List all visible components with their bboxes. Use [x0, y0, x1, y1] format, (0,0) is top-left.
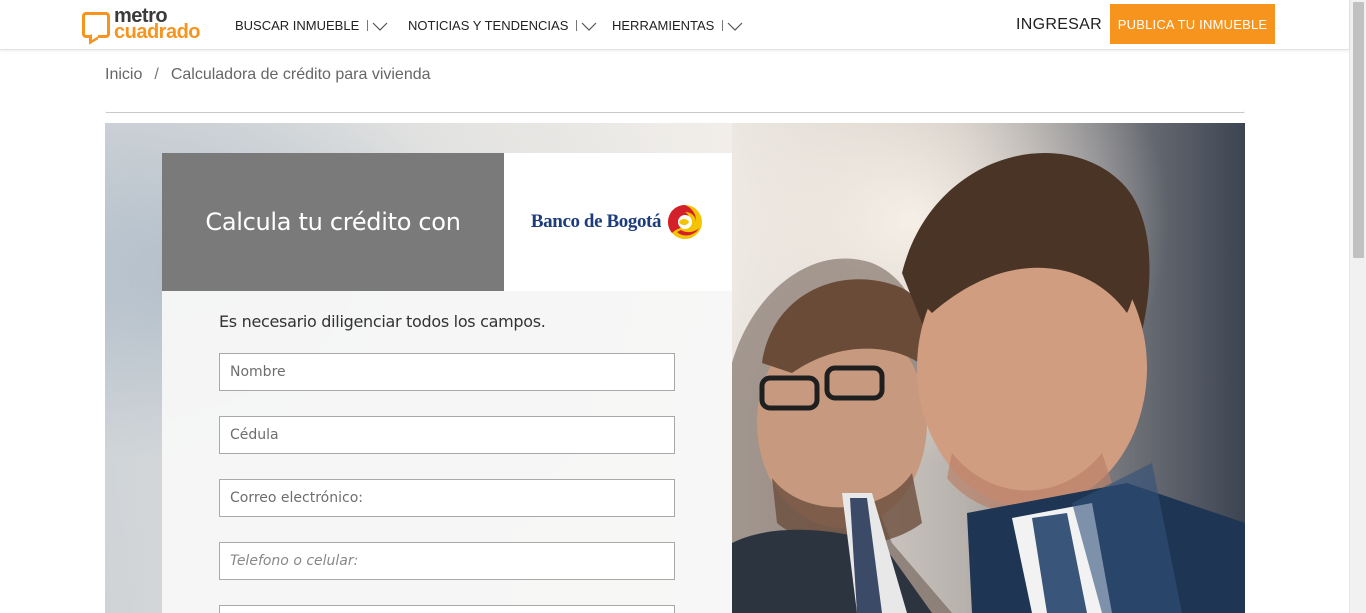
bank-logo-box: Banco de Bogotá [504, 153, 732, 291]
nav-buscar-inmueble[interactable]: BUSCAR INMUEBLE [235, 18, 388, 33]
metrocuadrado-logo[interactable]: metro cuadrado [82, 6, 207, 43]
business-men-photo [732, 123, 1245, 613]
nav-separator [367, 20, 369, 31]
chevron-down-icon [581, 22, 597, 31]
breadcrumb-current: Calculadora de crédito para vivienda [170, 66, 431, 83]
nav-herramientas[interactable]: HERRAMIENTAS [612, 18, 743, 33]
nav-label: HERRAMIENTAS [612, 18, 715, 33]
phone-field[interactable] [219, 542, 675, 580]
nav-label: NOTICIAS Y TENDENCIAS [408, 18, 569, 33]
bank-name: Banco de Bogotá [530, 211, 662, 232]
scrollbar-thumb[interactable] [1353, 2, 1364, 258]
next-field-partial[interactable] [219, 605, 675, 613]
logo-text-cuadrado: cuadrado [114, 21, 201, 43]
breadcrumb-separator: / [154, 66, 159, 83]
breadcrumb-home-link[interactable]: Inicio [105, 66, 142, 84]
chevron-down-icon [372, 22, 388, 31]
calculator-title-box: Calcula tu crédito con [162, 153, 504, 291]
email-field[interactable] [219, 479, 675, 517]
nav-noticias-tendencias[interactable]: NOTICIAS Y TENDENCIAS [408, 18, 597, 33]
speech-bubble-icon [82, 12, 110, 38]
id-number-field[interactable] [219, 416, 675, 454]
page-scrollbar[interactable] [1349, 0, 1366, 613]
form-required-note: Es necesario diligenciar todos los campo… [219, 312, 546, 331]
name-field[interactable] [219, 353, 675, 391]
nav-label: BUSCAR INMUEBLE [235, 18, 360, 33]
banco-de-bogota-logo [668, 204, 703, 239]
site-header: metro cuadrado BUSCAR INMUEBLE NOTICIAS … [0, 0, 1349, 50]
breadcrumb: Inicio / Calculadora de crédito para viv… [105, 66, 431, 84]
nav-separator [722, 20, 724, 31]
login-link[interactable]: INGRESAR [1016, 16, 1102, 34]
calculator-title: Calcula tu crédito con [205, 208, 461, 236]
chevron-down-icon [727, 22, 743, 31]
section-divider [105, 111, 1245, 113]
publish-property-button[interactable]: PUBLICA TU INMUEBLE [1110, 4, 1275, 44]
nav-separator [576, 20, 578, 31]
